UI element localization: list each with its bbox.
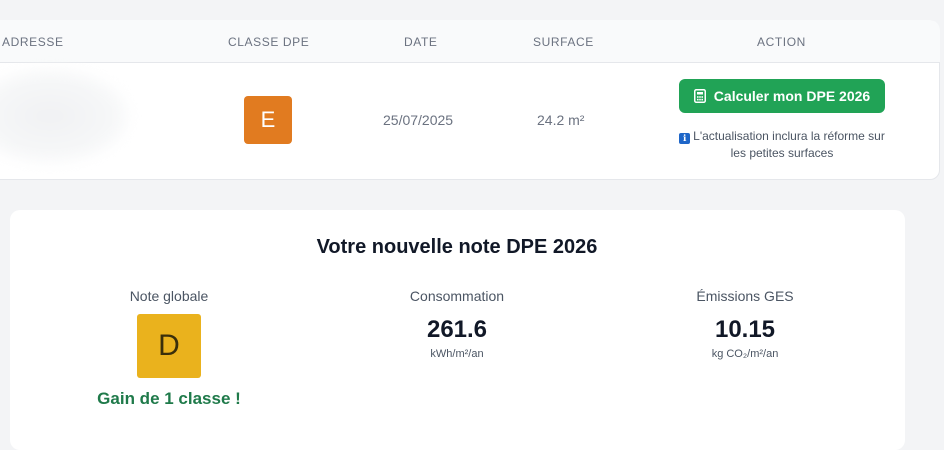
result-title: Votre nouvelle note DPE 2026 — [316, 236, 598, 258]
dpe-class-badge-current: E — [244, 96, 292, 144]
cell-date: 25/07/2025 — [383, 112, 454, 128]
emissions-label: Émissions GES — [696, 288, 794, 304]
emissions-unit: kg CO₂/m²/an — [711, 348, 779, 360]
gain-text: Gain de 1 classe ! — [97, 389, 241, 408]
emissions-column: Émissions GES 10.15 kg CO₂/m²/an — [660, 288, 830, 360]
header-action: ACTION — [757, 35, 806, 49]
header-classe-dpe: CLASSE DPE — [228, 35, 310, 49]
dpe-class-badge-new: D — [137, 314, 201, 378]
consommation-unit: kWh/m²/an — [430, 348, 484, 360]
header-surface: SURFACE — [533, 35, 594, 49]
consommation-label: Consommation — [409, 288, 505, 304]
note-globale-label: Note globale — [129, 288, 209, 304]
cell-surface: 24.2 m² — [537, 112, 585, 128]
reform-info-note: ℹ L'actualisation inclura la réforme sur … — [678, 128, 886, 162]
header-date: DATE — [404, 35, 438, 49]
calculate-button-label: Calculer mon DPE 2026 — [713, 88, 871, 104]
info-note-text: L'actualisation inclura la réforme sur l… — [693, 129, 885, 160]
emissions-value: 10.15 — [714, 316, 776, 343]
calculate-dpe-2026-button[interactable]: Calculer mon DPE 2026 — [679, 79, 885, 113]
header-adresse: ADRESSE — [2, 35, 64, 49]
note-globale-column: Note globale D — [84, 288, 254, 378]
consommation-column: Consommation 261.6 kWh/m²/an — [372, 288, 542, 360]
calculator-icon — [693, 89, 706, 103]
consommation-value: 261.6 — [426, 316, 488, 343]
info-icon: ℹ — [679, 133, 691, 144]
